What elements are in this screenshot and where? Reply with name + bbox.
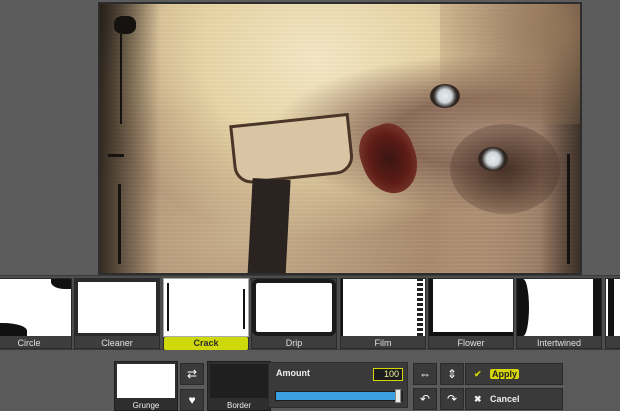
frame-thumb-film[interactable]: Film bbox=[340, 278, 426, 349]
rotate-left-icon: ↶ bbox=[419, 392, 431, 406]
rotate-left-button[interactable]: ↶ bbox=[413, 388, 437, 410]
frame-thumb-cleaner[interactable]: Cleaner bbox=[74, 278, 160, 349]
preset-preview bbox=[117, 364, 175, 398]
photo-hair bbox=[440, 4, 580, 124]
check-icon: ✔ bbox=[474, 369, 482, 379]
flip-vertical-icon: ⇕ bbox=[446, 367, 458, 381]
preset-grunge[interactable]: Grunge bbox=[114, 361, 178, 411]
amount-panel: Amount 100 bbox=[268, 362, 408, 408]
frame-edge-left bbox=[100, 4, 160, 273]
photo-eye-left bbox=[430, 84, 460, 108]
rotate-right-button[interactable]: ↷ bbox=[440, 388, 464, 410]
slider-thumb[interactable] bbox=[395, 389, 401, 403]
border-option[interactable]: Border bbox=[207, 361, 271, 411]
frame-thumb-intertwined[interactable]: Intertwined bbox=[516, 278, 602, 349]
flip-horizontal-icon: ⇔ bbox=[419, 367, 431, 381]
apply-label: Apply bbox=[490, 369, 520, 379]
shuffle-icon: ⇄ bbox=[186, 367, 198, 381]
frame-thumb-crack[interactable]: Crack bbox=[163, 278, 249, 350]
flip-vertical-button[interactable]: ⇕ bbox=[440, 363, 464, 385]
frame-preview bbox=[517, 279, 601, 336]
frame-preview bbox=[0, 279, 71, 336]
cancel-button[interactable]: ✖ Cancel bbox=[465, 388, 563, 410]
frame-preview bbox=[163, 278, 249, 337]
amount-label: Amount bbox=[276, 368, 310, 378]
frame-preview bbox=[606, 279, 620, 336]
frame-label: Circle bbox=[17, 338, 41, 348]
photo-eye-right bbox=[478, 147, 508, 171]
crack-line bbox=[118, 184, 121, 264]
amount-slider[interactable] bbox=[275, 389, 403, 403]
rotate-right-icon: ↷ bbox=[446, 392, 458, 406]
photo-shadow bbox=[450, 124, 560, 214]
frame-preview bbox=[429, 279, 513, 336]
frame-preview bbox=[75, 279, 159, 336]
frame-label: Intertwined bbox=[536, 338, 582, 348]
crack-mark bbox=[114, 16, 136, 34]
frame-thumb-flower[interactable]: Flower bbox=[428, 278, 514, 349]
photo-collar bbox=[229, 112, 355, 186]
frame-label: Cleaner bbox=[101, 338, 133, 348]
shuffle-button[interactable]: ⇄ bbox=[180, 363, 204, 385]
canvas-area bbox=[0, 0, 620, 275]
frame-label: Crack bbox=[164, 337, 248, 350]
frame-gallery: Circle Cleaner Crack Drip Film Flower In… bbox=[0, 275, 620, 350]
frame-label: Flower bbox=[457, 338, 485, 348]
crack-line bbox=[120, 34, 122, 124]
slider-fill bbox=[276, 392, 398, 400]
frame-toolbar: Grunge ⇄ ♥ Border Amount 100 ⇔ ⇕ ↶ ↷ ✔ Ap… bbox=[0, 351, 620, 411]
frame-label: Film bbox=[374, 338, 392, 348]
crack-line bbox=[567, 154, 570, 264]
photo-mouth bbox=[351, 116, 427, 202]
flip-horizontal-button[interactable]: ⇔ bbox=[413, 363, 437, 385]
frame-label bbox=[606, 337, 620, 350]
close-icon: ✖ bbox=[474, 394, 482, 404]
edited-photo[interactable] bbox=[98, 2, 582, 275]
crack-line bbox=[108, 154, 124, 157]
border-label: Border bbox=[226, 401, 251, 410]
apply-button[interactable]: ✔ Apply bbox=[465, 363, 563, 385]
border-preview bbox=[210, 364, 268, 398]
frame-thumb-drip[interactable]: Drip bbox=[251, 278, 337, 349]
frame-thumb-circle[interactable]: Circle bbox=[0, 278, 72, 349]
amount-input[interactable]: 100 bbox=[373, 368, 403, 381]
cancel-label: Cancel bbox=[490, 394, 520, 404]
frame-preview bbox=[341, 279, 425, 336]
preset-label: Grunge bbox=[132, 401, 160, 410]
heart-icon: ♥ bbox=[188, 393, 196, 407]
favorite-button[interactable]: ♥ bbox=[180, 389, 204, 411]
photo-strap bbox=[247, 178, 291, 273]
frame-preview bbox=[252, 279, 336, 336]
frame-thumb-next[interactable] bbox=[605, 278, 620, 349]
frame-label: Drip bbox=[285, 338, 303, 348]
